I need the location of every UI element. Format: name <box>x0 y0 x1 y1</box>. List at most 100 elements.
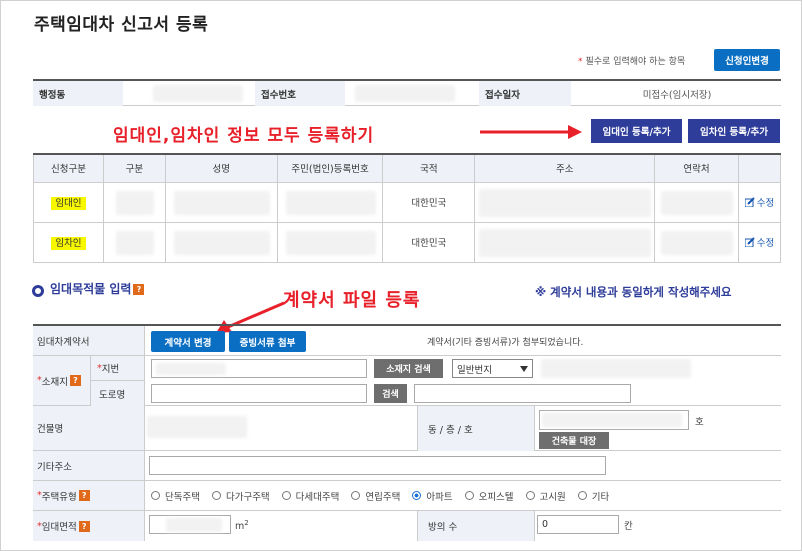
contract-change-button[interactable]: 계약서 변경 <box>151 331 225 352</box>
radio-multiplex[interactable]: 다세대주택 <box>281 489 339 503</box>
dong-value-redacted <box>153 85 243 102</box>
pencil-icon <box>744 196 755 207</box>
help-icon[interactable]: ? <box>133 284 145 295</box>
receipt-no-label: 접수번호 <box>255 81 345 106</box>
radio-label: 연립주택 <box>365 491 401 503</box>
ho-unit: 호 <box>695 417 704 428</box>
applicant-change-button[interactable]: 신청인변경 <box>714 49 780 71</box>
radio-label: 다가구주택 <box>225 491 270 503</box>
lot-type-value: 일반번지 <box>457 364 492 376</box>
help-icon[interactable]: ? <box>78 490 90 501</box>
rooms-input[interactable]: 0 <box>537 515 619 534</box>
annotation-contract-upload: 계약서 파일 등록 <box>283 290 421 311</box>
annotation-arrow-right-icon <box>480 125 582 139</box>
receipt-info-row: 행정동 접수번호 접수일자 미접수(임시저장) <box>33 79 781 106</box>
radio-other[interactable]: 기타 <box>577 489 609 503</box>
annotation-register-parties: 임대인,임차인 정보 모두 등록하기 <box>113 126 375 146</box>
col-header: 연락처 <box>654 153 739 183</box>
redacted <box>173 230 270 255</box>
area-unit: m2 <box>235 519 249 532</box>
section-title-text: 임대목적물 입력 <box>50 282 132 296</box>
housing-type-label-text: 주택유형 <box>41 491 77 503</box>
radio-officetel[interactable]: 오피스텔 <box>464 489 514 503</box>
contract-row: 임대차계약서 계약서 변경 증빙서류 첨부 계약서(기타 증빙서류)가 첨부되었… <box>33 326 781 356</box>
party-nationality: 대한민국 <box>382 181 476 223</box>
table-row: 임차인 대한민국 수정 <box>33 221 782 263</box>
radio-label: 고시원 <box>539 491 566 503</box>
party-nationality: 대한민국 <box>382 221 476 263</box>
col-header: 신청구분 <box>33 153 104 183</box>
radio-gosiwon[interactable]: 고시원 <box>525 489 566 503</box>
radio-icon <box>351 491 361 500</box>
lessee-add-button[interactable]: 임차인 등록/추가 <box>688 119 780 143</box>
rooms-label: 방의 수 <box>417 511 535 541</box>
redacted <box>479 188 652 217</box>
radio-row-house[interactable]: 연립주택 <box>351 489 400 503</box>
lot-label-text: 지번 <box>101 364 120 375</box>
evidence-attach-button[interactable]: 증빙서류 첨부 <box>229 331 306 352</box>
dong-floor-ho-input[interactable] <box>539 410 689 430</box>
housing-type-label: * 주택유형? <box>33 481 145 510</box>
rooms-unit: 칸 <box>624 521 633 532</box>
col-header: 주소 <box>474 153 656 183</box>
radio-label: 아파트 <box>426 491 453 503</box>
road-label: 도로명 <box>91 381 145 406</box>
section-bullet-icon <box>32 285 44 297</box>
table-row: 임대인 대한민국 수정 <box>33 181 782 223</box>
lot-label: * 지번 <box>91 356 145 381</box>
party-type: 임차인 <box>51 237 86 250</box>
area-unit-text: m <box>235 521 245 533</box>
edit-label: 수정 <box>756 197 775 209</box>
section-header: 임대목적물 입력? <box>32 282 170 297</box>
chevron-down-icon <box>520 365 528 372</box>
radio-icon <box>525 491 535 500</box>
lease-area-label: * 임대면적? <box>33 511 145 541</box>
radio-label: 오피스텔 <box>478 491 514 503</box>
housing-type-radio-group: 단독주택 다가구주택 다세대주택 연립주택 아파트 오피스텔 고시원 기타 <box>151 481 621 510</box>
radio-icon <box>151 491 160 500</box>
receipt-no-redacted <box>355 85 455 102</box>
receipt-status-value: 미접수(임시저장) <box>642 89 712 101</box>
location-search-button[interactable]: 소재지 검색 <box>374 359 443 378</box>
edit-lessor-link[interactable]: 수정 <box>744 195 775 209</box>
radio-icon <box>464 491 474 500</box>
redacted <box>166 518 222 532</box>
dong-label: 행정동 <box>33 81 123 106</box>
other-address-input[interactable] <box>149 456 606 475</box>
redacted <box>173 190 270 215</box>
road-search-button[interactable]: 검색 <box>374 384 407 403</box>
edit-lessee-link[interactable]: 수정 <box>744 235 775 249</box>
required-note: * 필수로 입력해야 하는 항목 <box>578 54 685 67</box>
redacted <box>147 416 247 438</box>
edit-label: 수정 <box>756 237 775 249</box>
pencil-icon <box>744 236 755 247</box>
section-notice: ※ 계약서 내용과 동일하게 작성해주세요 <box>535 285 732 299</box>
radio-selected-icon <box>412 491 422 500</box>
housing-type-row: * 주택유형? 단독주택 다가구주택 다세대주택 연립주택 아파트 오피스텔 고시… <box>33 481 781 511</box>
help-icon[interactable]: ? <box>78 520 90 532</box>
lessor-add-button[interactable]: 임대인 등록/추가 <box>591 119 682 143</box>
road-detail-input[interactable] <box>414 384 631 403</box>
other-address-label: 기타주소 <box>33 451 145 480</box>
radio-apartment[interactable]: 아파트 <box>412 489 453 503</box>
area-unit-sup: 2 <box>244 519 249 527</box>
redacted <box>541 359 691 378</box>
other-address-row: 기타주소 <box>33 451 781 481</box>
lease-area-input[interactable] <box>149 515 231 534</box>
building-register-button[interactable]: 건축물 대장 <box>539 432 609 449</box>
redacted <box>661 190 734 215</box>
radio-detached[interactable]: 단독주택 <box>151 489 200 503</box>
radio-icon <box>281 491 291 500</box>
col-header <box>737 153 782 183</box>
col-header: 성명 <box>164 153 278 183</box>
help-icon[interactable]: ? <box>69 375 81 386</box>
building-row: 건물명 동 / 층 / 호 호 건축물 대장 <box>33 406 781 451</box>
lot-address-input[interactable] <box>151 359 367 378</box>
road-address-input[interactable] <box>151 384 367 403</box>
lot-type-select[interactable]: 일반번지 <box>452 359 533 378</box>
lease-area-row: * 임대면적? m2 방의 수 0 칸 <box>33 511 781 541</box>
radio-multi-household[interactable]: 다가구주택 <box>211 489 270 503</box>
location-label-text: 소재지 <box>41 376 68 388</box>
receipt-date-label: 접수일자 <box>479 81 571 106</box>
section-title: 임대목적물 입력? <box>50 282 170 297</box>
